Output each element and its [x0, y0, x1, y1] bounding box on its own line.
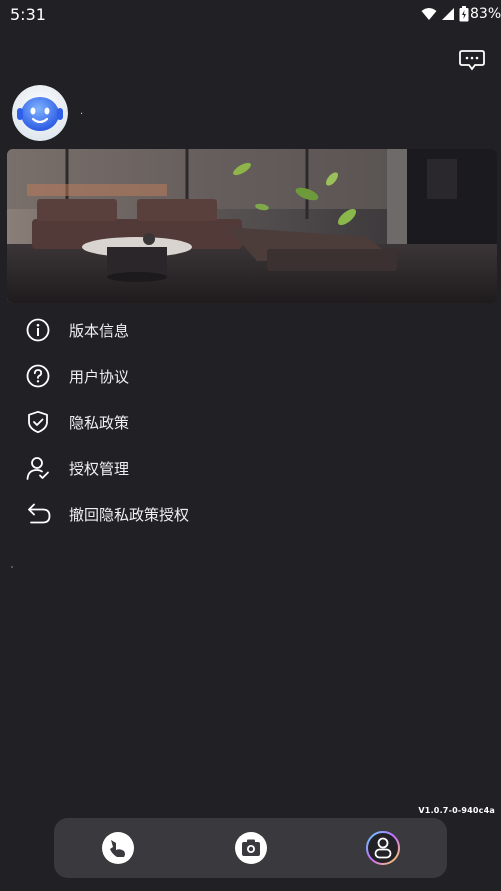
menu-item-label: 撤回隐私政策授权 — [69, 506, 190, 524]
undo-arrow-icon — [28, 503, 51, 524]
shield-check-icon — [28, 410, 48, 434]
nav-camera-button[interactable] — [233, 830, 269, 866]
username: . — [80, 106, 84, 117]
robot-avatar-icon — [12, 85, 68, 141]
wifi-icon — [421, 8, 437, 20]
bottom-nav — [54, 818, 447, 878]
decorative-dot — [11, 566, 13, 568]
messages-button[interactable] — [458, 48, 486, 72]
menu-item-label: 隐私政策 — [69, 414, 130, 432]
banner-image[interactable] — [7, 149, 497, 303]
settings-menu: 版本信息 用户协议 隐私政策 授权管理 撤回隐私政策授权 — [0, 307, 501, 537]
menu-item-revoke-privacy-authorization[interactable]: 撤回隐私政策授权 — [0, 491, 501, 537]
tap-hand-icon — [102, 832, 134, 864]
status-time: 5:31 — [10, 5, 46, 24]
battery-icon — [459, 6, 469, 22]
menu-item-label: 授权管理 — [69, 460, 130, 478]
menu-item-version-info[interactable]: 版本信息 — [0, 307, 501, 353]
status-icons — [421, 6, 469, 22]
menu-item-label: 版本信息 — [69, 322, 130, 340]
menu-item-privacy-policy[interactable]: 隐私政策 — [0, 399, 501, 445]
profile-icon — [366, 831, 400, 865]
signal-icon — [442, 8, 454, 20]
chat-bubble-icon — [459, 50, 485, 71]
menu-item-user-agreement[interactable]: 用户协议 — [0, 353, 501, 399]
status-bar: 5:31 83% — [0, 0, 501, 30]
question-icon — [26, 364, 50, 388]
nav-profile-button[interactable] — [365, 830, 401, 866]
menu-item-authorization-management[interactable]: 授权管理 — [0, 445, 501, 491]
camera-icon — [235, 832, 267, 864]
version-label: V1.0.7-0-940c4a — [418, 806, 495, 815]
living-room-photo — [7, 149, 497, 303]
battery-percent: 83% — [470, 6, 501, 22]
user-check-icon — [26, 457, 49, 480]
avatar[interactable] — [12, 85, 68, 141]
info-icon — [26, 318, 50, 342]
nav-tap-button[interactable] — [100, 830, 136, 866]
menu-item-label: 用户协议 — [69, 368, 130, 386]
